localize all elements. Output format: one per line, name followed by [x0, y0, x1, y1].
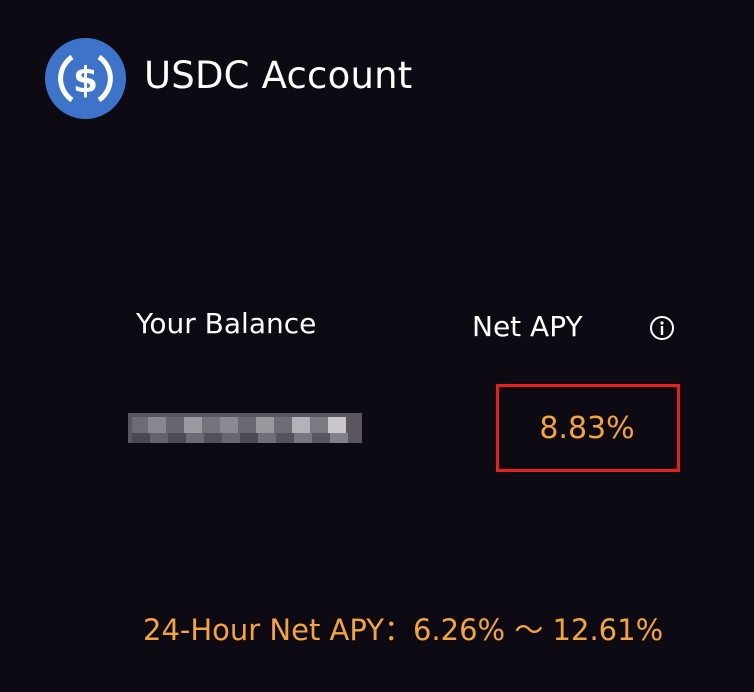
account-title: USDC Account: [144, 54, 413, 97]
apy-range-label: 24-Hour Net APY：: [143, 613, 413, 647]
apy-range-high: 12.61%: [552, 613, 664, 647]
apy-range-low: 6.26%: [412, 613, 506, 647]
usdc-dollar-icon: $: [45, 38, 126, 119]
account-header: $ USDC Account: [45, 38, 412, 119]
net-apy-highlight-box: 8.83%: [496, 384, 680, 472]
balance-value-pixelated: [128, 405, 362, 451]
usdc-account-card: $ USDC Account Your Balance Net APY 8.83…: [0, 0, 754, 692]
apy-range-row: 24-Hour Net APY：6.26% ～ 12.61%: [143, 607, 663, 649]
net-apy-value: 8.83%: [539, 410, 635, 446]
net-apy-label: Net APY: [472, 310, 583, 343]
svg-text:$: $: [73, 60, 98, 101]
info-icon[interactable]: [649, 315, 675, 341]
apy-range-separator: ～: [505, 613, 553, 647]
balance-label: Your Balance: [136, 307, 317, 340]
